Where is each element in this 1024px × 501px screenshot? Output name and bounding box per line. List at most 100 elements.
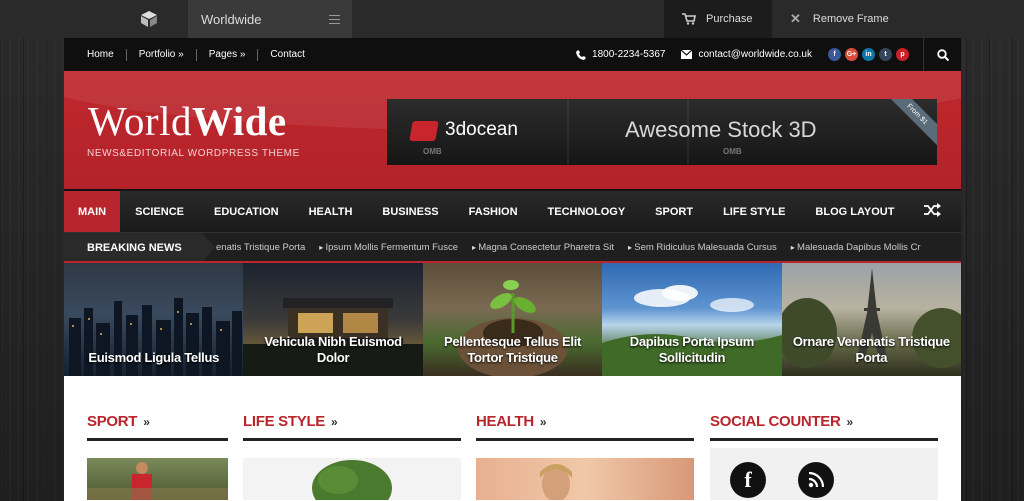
logo-part2: Wide <box>191 98 287 144</box>
runner-image <box>87 462 228 500</box>
top-link-pages[interactable]: Pages » <box>197 49 258 60</box>
purchase-label: Purchase <box>706 13 753 25</box>
purchase-button[interactable]: Purchase <box>664 0 772 38</box>
section-label: SPORT <box>87 413 138 430</box>
content-sections: SPORT » LIFE STYLE » HEALTH » SOCIAL COUNTE… <box>64 376 961 500</box>
ticker-item[interactable]: Magna Consectetur Pharetra Sit <box>472 242 614 253</box>
envato-logo[interactable] <box>0 0 188 38</box>
banner-omb: OMB <box>723 147 742 156</box>
section-label: LIFE STYLE <box>243 413 326 430</box>
ad-banner[interactable]: 3docean Awesome Stock 3D OMB OMB From $1 <box>387 99 937 165</box>
ticker-item[interactable]: Sem Ridiculus Malesuada Cursus <box>628 242 777 253</box>
social-icons: f G+ in t p <box>828 48 909 61</box>
slide-item[interactable]: Ornare Venenatis Tristique Porta <box>781 263 961 376</box>
pinterest-icon[interactable]: p <box>896 48 909 61</box>
section-title-sport[interactable]: SPORT » <box>87 413 150 430</box>
chevron-right-icon: » <box>539 415 547 429</box>
rss-icon[interactable] <box>798 462 834 498</box>
top-link-home[interactable]: Home <box>87 49 126 60</box>
site-tagline: NEWS&EDITORIAL WORDPRESS THEME <box>87 148 300 159</box>
remove-frame-button[interactable]: ✕ Remove Frame <box>772 0 1024 38</box>
breaking-news-label: BREAKING NEWS <box>64 233 215 261</box>
divider <box>87 438 228 441</box>
nav-business[interactable]: BUSINESS <box>367 191 453 232</box>
slide-item[interactable]: Euismod Ligula Tellus <box>64 263 244 376</box>
email-contact[interactable]: contact@worldwide.co.uk <box>681 49 812 60</box>
slide-item[interactable]: Pellentesque Tellus Elit Tortor Tristiqu… <box>422 263 603 376</box>
site-selector[interactable]: Worldwide <box>188 0 352 38</box>
section-label: SOCIAL COUNTER <box>710 413 841 430</box>
slide-caption: Dapibus Porta Ipsum Sollicitudin <box>629 334 755 365</box>
3docean-logo-icon <box>409 121 439 141</box>
woman-portrait-image <box>540 464 572 500</box>
divider <box>476 438 694 441</box>
site-container: Home Portfolio » Pages » Contact 1800-22… <box>64 38 961 501</box>
phone-icon <box>576 49 587 60</box>
nav-sport[interactable]: SPORT <box>640 191 708 232</box>
chevron-right-icon: » <box>331 415 338 429</box>
nav-education[interactable]: EDUCATION <box>199 191 294 232</box>
section-label: HEALTH <box>476 413 534 430</box>
slide-caption: Ornare Venenatis Tristique Porta <box>792 334 950 365</box>
sport-thumbnail[interactable] <box>87 458 228 500</box>
slide-caption: Euismod Ligula Tellus <box>88 350 220 365</box>
banner-headline: Awesome Stock 3D <box>625 117 817 142</box>
ticker-item[interactable]: Malesuada Dapibus Mollis Cr <box>791 242 921 253</box>
top-links: Home Portfolio » Pages » Contact <box>87 48 317 61</box>
nav-science[interactable]: SCIENCE <box>120 191 199 232</box>
close-icon: ✕ <box>790 11 801 26</box>
shuffle-icon[interactable] <box>924 203 941 217</box>
nav-life-style[interactable]: LIFE STYLE <box>708 191 800 232</box>
email-icon <box>681 50 693 59</box>
slide-caption: Vehicula Nibh Euismod Dolor <box>264 334 402 365</box>
chevron-right-icon: » <box>143 415 150 429</box>
social-counter-box: f <box>710 448 938 500</box>
cart-icon <box>682 13 696 25</box>
main-navigation: MAIN SCIENCE EDUCATION HEALTH BUSINESS F… <box>64 189 961 232</box>
facebook-icon[interactable]: f <box>828 48 841 61</box>
phone-contact: 1800-2234-5367 <box>576 49 665 60</box>
linkedin-icon[interactable]: in <box>862 48 875 61</box>
top-navigation: Home Portfolio » Pages » Contact 1800-22… <box>64 38 961 71</box>
divider <box>243 438 461 441</box>
top-link-contact[interactable]: Contact <box>258 49 316 60</box>
banner-omb: OMB <box>423 147 442 156</box>
remove-frame-label: Remove Frame <box>812 13 889 25</box>
google-plus-icon[interactable]: G+ <box>845 48 858 61</box>
site-logo[interactable]: WorldWide <box>88 97 287 145</box>
chevron-right-icon: » <box>846 415 854 429</box>
health-thumbnail[interactable] <box>476 458 694 500</box>
section-title-life-style[interactable]: LIFE STYLE » <box>243 413 338 430</box>
nav-blog-layout[interactable]: BLOG LAYOUT <box>800 191 909 232</box>
rss-glyph-icon <box>808 471 825 488</box>
nav-health[interactable]: HEALTH <box>294 191 368 232</box>
logo-part1: World <box>88 98 192 144</box>
slide-caption: Pellentesque Tellus Elit Tortor Tristiqu… <box>443 334 582 365</box>
search-icon <box>936 48 949 61</box>
life-style-thumbnail[interactable] <box>243 458 461 500</box>
slide-item[interactable]: Vehicula Nibh Euismod Dolor <box>243 263 423 376</box>
cube-logo-icon <box>141 11 157 27</box>
tree-image <box>312 460 392 500</box>
ticker-item[interactable]: enatis Tristique Porta <box>216 242 305 253</box>
facebook-icon[interactable]: f <box>730 462 766 498</box>
banner-brand: 3docean <box>445 119 518 140</box>
banner-ribbon: From $1 <box>883 99 937 149</box>
nav-fashion[interactable]: FASHION <box>454 191 533 232</box>
site-name: Worldwide <box>201 11 262 27</box>
top-link-portfolio[interactable]: Portfolio » <box>127 49 196 60</box>
email-address: contact@worldwide.co.uk <box>698 49 812 60</box>
search-button[interactable] <box>923 38 961 71</box>
ticker-item[interactable]: Ipsum Mollis Fermentum Fusce <box>319 242 459 253</box>
slide-item[interactable]: Dapibus Porta Ipsum Sollicitudin <box>602 263 782 376</box>
phone-number: 1800-2234-5367 <box>592 49 666 60</box>
nav-main[interactable]: MAIN <box>64 191 121 232</box>
breaking-news-bar: BREAKING NEWS enatis Tristique Porta Ips… <box>64 232 961 263</box>
nav-technology[interactable]: TECHNOLOGY <box>533 191 641 232</box>
menu-icon <box>329 14 340 24</box>
section-title-social-counter[interactable]: SOCIAL COUNTER » <box>710 413 853 430</box>
tumblr-icon[interactable]: t <box>879 48 892 61</box>
site-header: WorldWide NEWS&EDITORIAL WORDPRESS THEME… <box>64 71 961 189</box>
section-title-health[interactable]: HEALTH » <box>476 413 547 430</box>
preview-bar: Worldwide Purchase ✕ Remove Frame <box>0 0 1024 38</box>
